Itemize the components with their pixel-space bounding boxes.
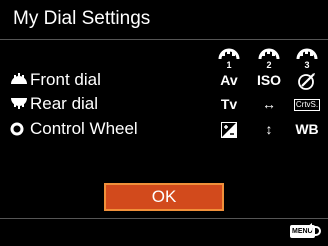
- page-title: My Dial Settings: [13, 8, 151, 29]
- back-arrow-icon[interactable]: [306, 222, 322, 240]
- dial-2-icon: 2: [257, 48, 281, 70]
- front-dial-value-1[interactable]: Av: [211, 69, 247, 91]
- rear-dial-label: Rear dial: [30, 94, 99, 113]
- row-control-wheel[interactable]: Control Wheel ↕ WB: [0, 118, 328, 142]
- row-front-dial[interactable]: Front dial Av ISO: [0, 69, 328, 93]
- dial-3-icon: 3: [295, 48, 319, 70]
- control-wheel-value-3[interactable]: WB: [289, 118, 325, 140]
- creative-style-label: CrtvS.: [293, 99, 321, 112]
- front-dial-value-3[interactable]: [289, 69, 325, 91]
- footer-divider: [0, 218, 328, 219]
- control-wheel-label: Control Wheel: [30, 119, 138, 138]
- rear-dial-icon: [10, 97, 28, 111]
- front-dial-icon: [10, 73, 28, 87]
- control-wheel-value-2[interactable]: ↕: [251, 118, 287, 140]
- front-dial-value-2[interactable]: ISO: [251, 69, 287, 91]
- exposure-compensation-icon: [221, 122, 237, 139]
- front-dial-label: Front dial: [30, 70, 101, 89]
- my-dial-settings-screen: My Dial Settings 1 2 3 Front dial Av ISO…: [0, 0, 328, 246]
- title-bar: My Dial Settings: [0, 0, 328, 40]
- ok-button[interactable]: OK: [104, 183, 224, 211]
- rear-dial-value-2[interactable]: ↔: [251, 93, 287, 115]
- control-wheel-value-1[interactable]: [211, 118, 247, 140]
- control-wheel-icon: [10, 122, 28, 136]
- dial-1-icon: 1: [217, 48, 241, 70]
- row-rear-dial[interactable]: Rear dial Tv ↔ CrtvS.: [0, 93, 328, 117]
- rear-dial-value-1[interactable]: Tv: [211, 93, 247, 115]
- rear-dial-value-3[interactable]: CrtvS.: [289, 93, 325, 115]
- creative-style-brush-icon: [298, 73, 315, 91]
